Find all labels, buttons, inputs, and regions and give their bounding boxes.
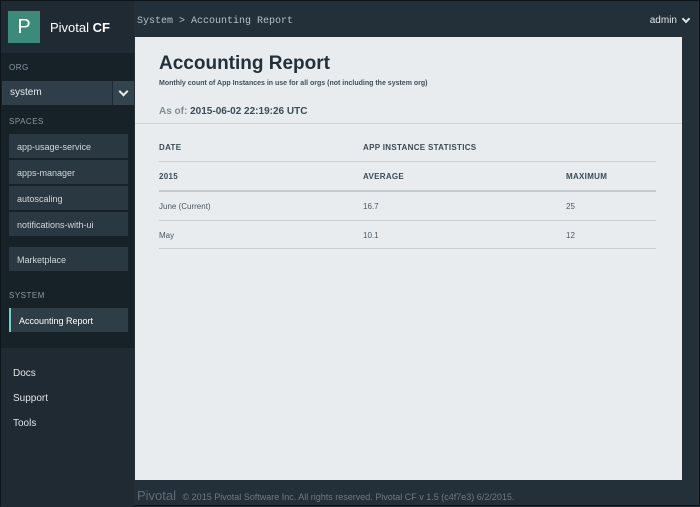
row-month: May (159, 231, 175, 240)
space-item-autoscaling[interactable]: autoscaling (9, 186, 128, 210)
column-header-date: DATE (159, 143, 182, 152)
row-month: June (Current) (159, 202, 211, 211)
table-row-divider (159, 220, 656, 221)
product-name-light: Pivotal (50, 20, 93, 35)
column-header-year: 2015 (159, 172, 178, 181)
as-of-timestamp: As of: 2015-06-02 22:19:26 UTC (159, 106, 307, 117)
table-divider (159, 161, 656, 162)
org-label: ORG (9, 63, 29, 72)
product-name: Pivotal CF (50, 20, 110, 35)
spaces-label: SPACES (9, 117, 44, 126)
main-panel: Accounting Report Monthly count of App I… (135, 37, 682, 480)
user-menu[interactable]: admin (650, 15, 677, 26)
space-item-apps-manager[interactable]: apps-manager (9, 160, 128, 184)
sidebar: P Pivotal CF ORG system SPACES app-usage… (1, 1, 134, 507)
org-select-value: system (10, 87, 42, 98)
as-of-label: As of: (159, 106, 188, 117)
page-subtitle: Monthly count of App Instances in use fo… (159, 80, 428, 87)
row-average: 16.7 (363, 202, 379, 211)
breadcrumb: System > Accounting Report (137, 16, 294, 27)
product-name-bold: CF (92, 20, 110, 35)
table-divider (159, 190, 656, 192)
chevron-down-icon (118, 86, 129, 97)
row-maximum: 12 (566, 231, 575, 240)
footer-brand: Pivotal (137, 488, 177, 503)
column-header-average: AVERAGE (363, 172, 405, 181)
app-window: P Pivotal CF ORG system SPACES app-usage… (0, 0, 700, 507)
page-footer: Pivotal © 2015 Pivotal Software Inc. All… (137, 488, 514, 503)
as-of-value: 2015-06-02 22:19:26 UTC (190, 106, 308, 117)
tools-link[interactable]: Tools (13, 418, 36, 429)
table-row-divider (159, 248, 656, 249)
chevron-down-icon[interactable] (681, 14, 691, 24)
pivotal-logo-icon[interactable]: P (8, 11, 40, 43)
page-title: Accounting Report (159, 53, 330, 74)
row-maximum: 25 (566, 202, 575, 211)
org-select[interactable]: system (2, 81, 134, 105)
footer-text: © 2015 Pivotal Software Inc. All rights … (182, 492, 515, 502)
system-label: SYSTEM (9, 291, 45, 300)
org-select-toggle[interactable] (112, 81, 134, 105)
sidebar-item-accounting-report[interactable]: Accounting Report (9, 308, 128, 332)
support-link[interactable]: Support (13, 393, 48, 404)
space-item-app-usage-service[interactable]: app-usage-service (9, 134, 128, 158)
divider (135, 123, 682, 124)
column-header-stats: APP INSTANCE STATISTICS (363, 143, 477, 152)
space-item-notifications-with-ui[interactable]: notifications-with-ui (9, 212, 128, 236)
marketplace-link[interactable]: Marketplace (9, 247, 128, 271)
column-header-maximum: MAXIMUM (566, 172, 608, 181)
row-average: 10.1 (363, 231, 379, 240)
docs-link[interactable]: Docs (13, 368, 36, 379)
